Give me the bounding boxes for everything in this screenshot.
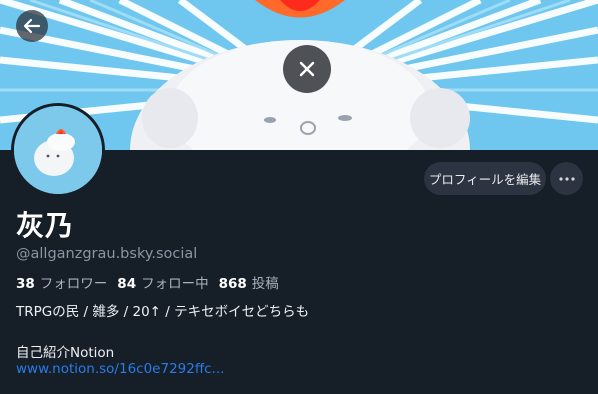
profile-stats: 38 フォロワー 84 フォロー中 868 投稿: [16, 272, 289, 292]
back-button[interactable]: [16, 10, 48, 42]
avatar-image: [14, 106, 102, 194]
following-label: フォロー中: [141, 276, 209, 292]
bio-text-line: TRPGの民 / 雑多 / 20↑ / テキセボイセどちらも: [16, 304, 310, 320]
bio-link[interactable]: www.notion.so/16c0e7292ffc...: [16, 361, 224, 377]
followers-count: 38: [16, 276, 35, 292]
following-count: 84: [117, 276, 137, 292]
posts-label: 投稿: [251, 276, 279, 292]
posts-count: 868: [218, 276, 247, 292]
arrow-left-icon: [23, 18, 41, 34]
display-name: 灰乃: [16, 209, 75, 242]
edit-profile-button[interactable]: プロフィールを編集: [424, 162, 546, 195]
more-horizontal-icon: [558, 176, 575, 181]
close-icon: [299, 61, 315, 77]
more-options-button[interactable]: [550, 162, 583, 195]
followers-label: フォロワー: [39, 276, 108, 292]
following-stat[interactable]: 84 フォロー中: [117, 272, 208, 292]
profile-handle: @allganzgrau.bsky.social: [16, 246, 198, 262]
posts-stat: 868 投稿: [219, 272, 279, 292]
followers-stat[interactable]: 38 フォロワー: [16, 272, 107, 292]
bio-notion-label: 自己紹介Notion: [16, 345, 115, 361]
avatar[interactable]: [11, 103, 105, 197]
close-button[interactable]: [283, 45, 331, 93]
